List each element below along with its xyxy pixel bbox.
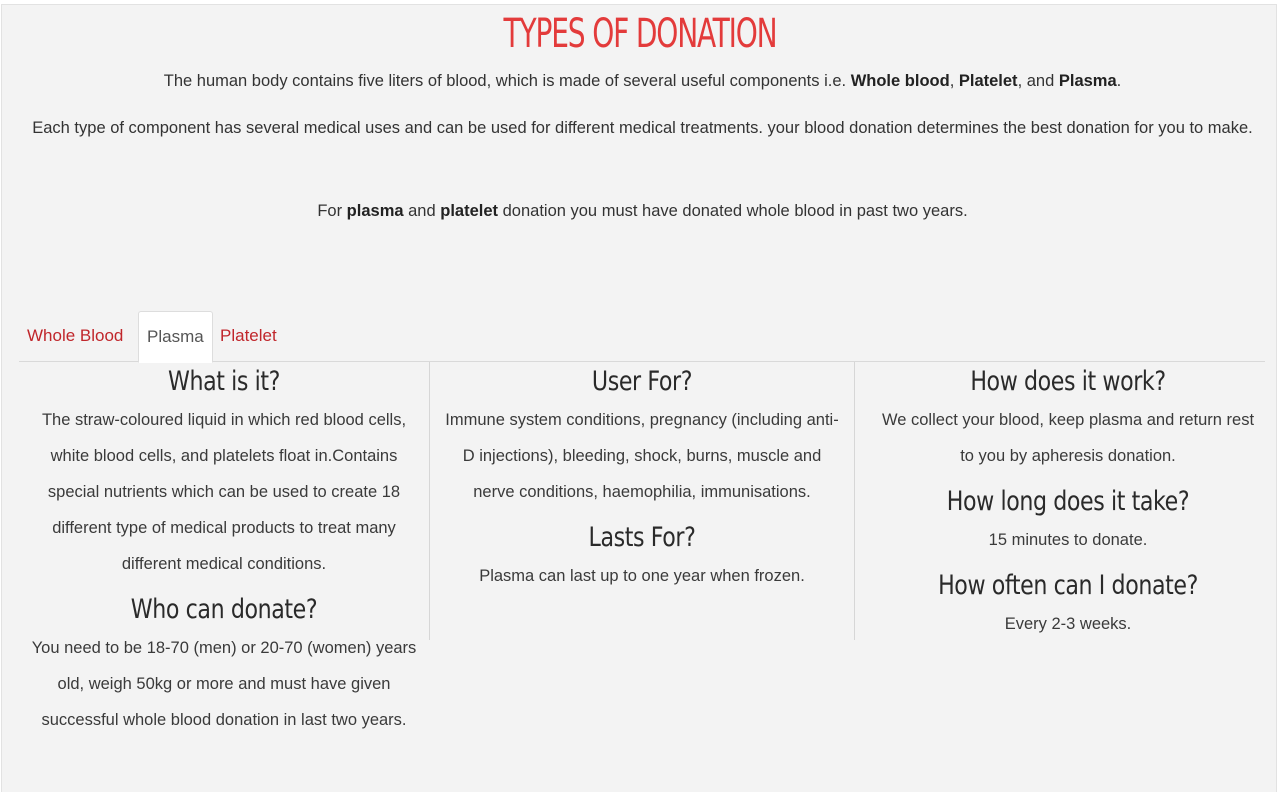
- page-title: TYPES OF DONATION: [503, 11, 778, 57]
- plasma-bold: Plasma: [1058, 72, 1117, 90]
- intro-text: .: [1116, 72, 1122, 90]
- how-long-heading: How long does it take?: [946, 486, 1190, 517]
- plasma-bold: plasma: [346, 202, 404, 220]
- intro-text: donation you must have donated whole blo…: [498, 202, 968, 220]
- plasma-column-uses: User For? Immune system conditions, preg…: [429, 362, 855, 640]
- tab-whole-blood[interactable]: Whole Blood: [19, 311, 131, 362]
- whole-blood-bold: Whole blood: [850, 72, 950, 90]
- platelet-bold: Platelet: [958, 72, 1018, 90]
- donation-section: TYPES OF DONATION The human body contain…: [1, 4, 1277, 792]
- intro-text: The human body contains five liters of b…: [163, 72, 851, 90]
- tab-platelet[interactable]: Platelet: [212, 311, 285, 362]
- how-does-it-work-text: We collect your blood, keep plasma and r…: [881, 411, 1255, 465]
- plasma-column-process: How does it work? We collect your blood,…: [855, 362, 1278, 642]
- intro-text: For: [317, 202, 347, 220]
- intro-text: ,: [949, 72, 959, 90]
- intro-text: , and: [1017, 72, 1059, 90]
- who-can-donate-text: You need to be 18-70 (men) or 20-70 (wom…: [31, 639, 417, 729]
- how-long-text: 15 minutes to donate.: [988, 531, 1148, 549]
- who-can-donate-heading: Who can donate?: [130, 594, 318, 625]
- plasma-column-about: What is it? The straw-coloured liquid in…: [19, 362, 429, 738]
- how-often-heading: How often can I donate?: [938, 570, 1198, 601]
- lasts-for-text: Plasma can last up to one year when froz…: [479, 567, 805, 585]
- what-is-it-heading: What is it?: [167, 366, 281, 397]
- tab-plasma[interactable]: Plasma: [138, 311, 213, 363]
- intro-paragraph-uses: Each type of component has several medic…: [32, 119, 1253, 137]
- how-often-text: Every 2-3 weeks.: [1004, 615, 1132, 633]
- lasts-for-heading: Lasts For?: [588, 522, 696, 553]
- platelet-bold: platelet: [440, 202, 499, 220]
- donation-type-tabs: Whole Blood Plasma Platelet: [19, 311, 1265, 363]
- intro-text: and: [403, 202, 441, 220]
- intro-paragraph-components: The human body contains five liters of b…: [20, 63, 1265, 99]
- used-for-heading: User For?: [591, 366, 693, 397]
- intro-paragraph-requirement: For plasma and platelet donation you mus…: [20, 193, 1265, 229]
- used-for-text: Immune system conditions, pregnancy (inc…: [445, 411, 839, 501]
- how-does-it-work-heading: How does it work?: [970, 366, 1166, 397]
- what-is-it-text: The straw-coloured liquid in which red b…: [41, 411, 407, 573]
